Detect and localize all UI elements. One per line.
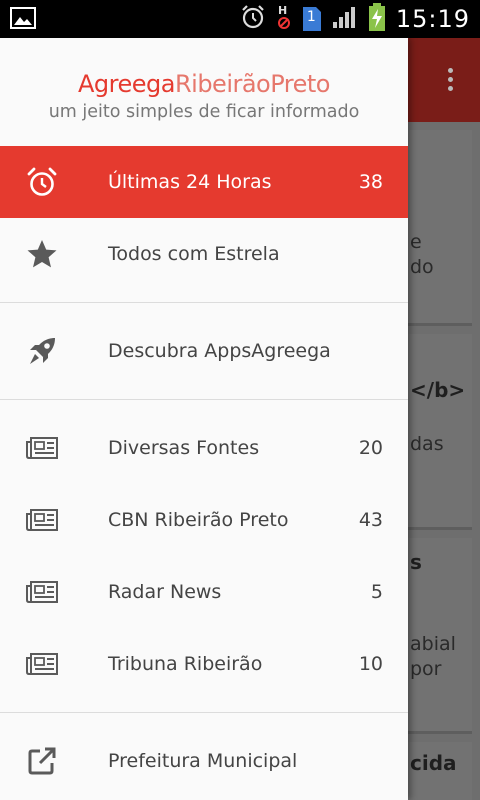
gallery-icon <box>10 6 36 34</box>
battery-charging-icon <box>368 3 386 35</box>
drawer-item-tribuna-ribeirao[interactable]: Tribuna Ribeirão 10 <box>0 628 408 700</box>
newspaper-icon <box>26 432 58 464</box>
drawer-item-label: Prefeitura Municipal <box>108 750 298 772</box>
drawer-item-count: 43 <box>358 509 383 531</box>
sim-icon: 1 <box>302 6 322 32</box>
drawer-item-diversas-fontes[interactable]: Diversas Fontes 20 <box>0 412 408 484</box>
drawer-item-label: Descubra AppsAgreega <box>108 340 331 362</box>
hplus-icon: H <box>276 3 292 35</box>
overflow-menu-icon <box>448 68 454 95</box>
screen: H 1 15:19 e do </b> das s abial por cida… <box>0 0 480 800</box>
drawer-item-prefeitura-municipal[interactable]: Prefeitura Municipal <box>0 725 408 797</box>
status-bar: H 1 15:19 <box>0 0 480 38</box>
signal-icon <box>332 5 358 33</box>
background-fragment: cida <box>410 751 457 775</box>
alarm-icon <box>240 4 266 34</box>
rocket-icon <box>26 335 58 367</box>
drawer-item-label: Todos com Estrela <box>108 243 280 265</box>
brand-header: AgreegaRibeirãoPreto um jeito simples de… <box>0 38 408 146</box>
newspaper-icon <box>26 504 58 536</box>
background-fragment: por <box>410 658 442 680</box>
drawer-item-label: CBN Ribeirão Preto <box>108 509 289 531</box>
drawer-item-radar-news[interactable]: Radar News 5 <box>0 556 408 628</box>
drawer-item-label: Últimas 24 Horas <box>108 171 272 193</box>
divider <box>0 302 408 303</box>
drawer-item-ultimas-24-horas[interactable]: Últimas 24 Horas 38 <box>0 146 408 218</box>
clock: 15:19 <box>395 5 470 33</box>
drawer-item-descubra-appsagreega[interactable]: Descubra AppsAgreega <box>0 315 408 387</box>
newspaper-icon <box>26 648 58 680</box>
newspaper-icon <box>26 576 58 608</box>
external-link-icon <box>26 745 58 777</box>
drawer-item-label: Tribuna Ribeirão <box>108 653 263 675</box>
divider <box>0 712 408 713</box>
drawer-item-label: Radar News <box>108 581 222 603</box>
divider <box>0 399 408 400</box>
alarm-clock-icon <box>26 166 58 198</box>
background-fragment: </b> <box>410 378 466 402</box>
svg-text:H: H <box>278 4 287 17</box>
navigation-drawer: AgreegaRibeirãoPreto um jeito simples de… <box>0 38 408 800</box>
drawer-item-todos-com-estrela[interactable]: Todos com Estrela <box>0 218 408 290</box>
brand-logo-part2: RibeirãoPreto <box>174 70 331 98</box>
background-fragment: e <box>410 231 422 253</box>
drawer-item-count: 20 <box>358 437 383 459</box>
network-badge: 1 <box>306 9 316 25</box>
drawer-item-count: 38 <box>358 171 383 193</box>
drawer-item-count: 5 <box>370 581 383 603</box>
brand-logo: AgreegaRibeirãoPreto <box>0 70 408 98</box>
drawer-item-count: 10 <box>358 653 383 675</box>
background-fragment: s <box>410 550 422 574</box>
background-fragment: abial <box>410 633 456 655</box>
brand-tagline: um jeito simples de ficar informado <box>48 102 360 122</box>
background-fragment: das <box>410 433 444 455</box>
background-fragment: do <box>410 256 434 278</box>
drawer-item-cbn-ribeirao-preto[interactable]: CBN Ribeirão Preto 43 <box>0 484 408 556</box>
brand-logo-part1: Agreega <box>78 70 175 98</box>
star-icon <box>26 238 58 270</box>
drawer-item-label: Diversas Fontes <box>108 437 260 459</box>
